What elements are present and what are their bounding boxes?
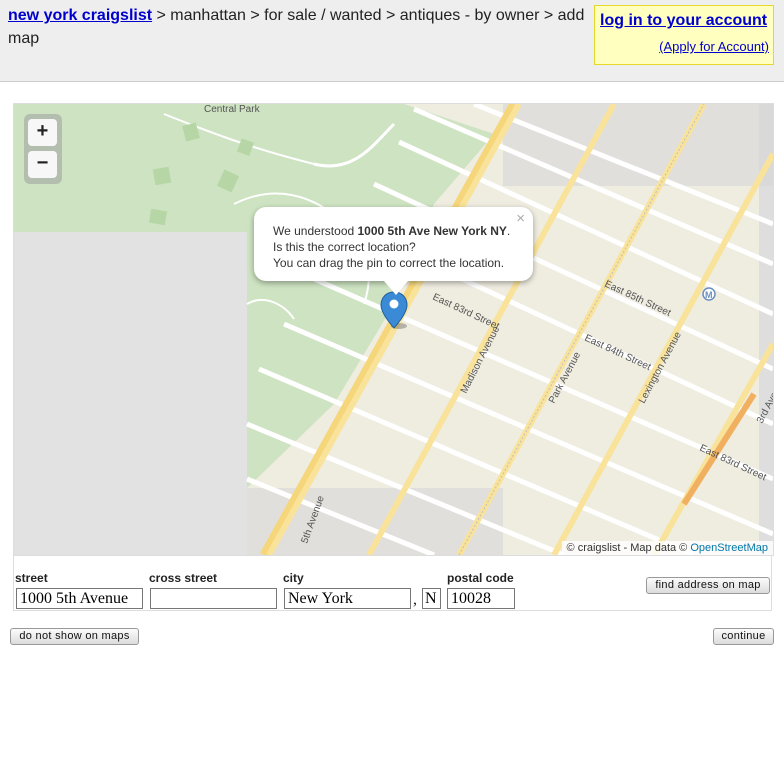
cross-street-label: cross street <box>149 571 218 585</box>
svg-text:M: M <box>705 290 713 300</box>
attribution-text: © craigslist - Map data © <box>566 542 688 554</box>
zoom-out-button[interactable]: − <box>28 151 57 178</box>
city-state-separator: , <box>413 591 417 608</box>
site-home-link[interactable]: new york craigslist <box>8 7 152 24</box>
address-form: street 1000 5th Avenue cross street city… <box>13 555 772 611</box>
popup-address: 1000 5th Ave New York NY <box>357 224 507 238</box>
popup-line1-prefix: We understood <box>273 224 358 238</box>
openstreetmap-link[interactable]: OpenStreetMap <box>690 542 768 554</box>
header-bar: new york craigslist > manhattan > for sa… <box>0 0 784 82</box>
zoom-control: + − <box>24 114 62 184</box>
postal-code-input[interactable]: 10028 <box>447 588 515 609</box>
postal-code-label: postal code <box>447 571 514 585</box>
popup-text: We understood 1000 5th Ave New York NY. … <box>273 223 528 271</box>
street-label: street <box>15 571 48 585</box>
popup-question: Is this the correct location? <box>273 240 416 254</box>
map-pin-icon[interactable] <box>379 290 409 330</box>
street-input[interactable]: 1000 5th Avenue <box>16 588 143 609</box>
continue-button[interactable]: continue <box>713 628 774 645</box>
account-box: log in to your account (Apply for Accoun… <box>594 5 774 65</box>
location-popup: × We understood 1000 5th Ave New York NY… <box>254 207 533 295</box>
cross-street-input[interactable] <box>150 588 277 609</box>
find-address-button[interactable]: find address on map <box>646 577 770 594</box>
do-not-show-on-maps-button[interactable]: do not show on maps <box>10 628 139 645</box>
city-input[interactable]: New York <box>284 588 411 609</box>
map-view[interactable]: Central Park 5th Avenue Madison Avenue P… <box>13 103 774 556</box>
popup-line1-suffix: . <box>506 224 511 238</box>
state-input[interactable]: N <box>422 588 441 609</box>
login-link[interactable]: log in to your account <box>600 12 767 30</box>
apply-account-link[interactable]: (Apply for Account) <box>659 39 769 54</box>
breadcrumb: new york craigslist > manhattan > for sa… <box>8 4 588 50</box>
svg-text:Central Park: Central Park <box>204 104 261 115</box>
map-attribution: © craigslist - Map data © OpenStreetMap <box>561 541 773 555</box>
popup-hint: You can drag the pin to correct the loca… <box>273 256 505 270</box>
city-label: city <box>283 571 304 585</box>
zoom-in-button[interactable]: + <box>28 119 57 146</box>
